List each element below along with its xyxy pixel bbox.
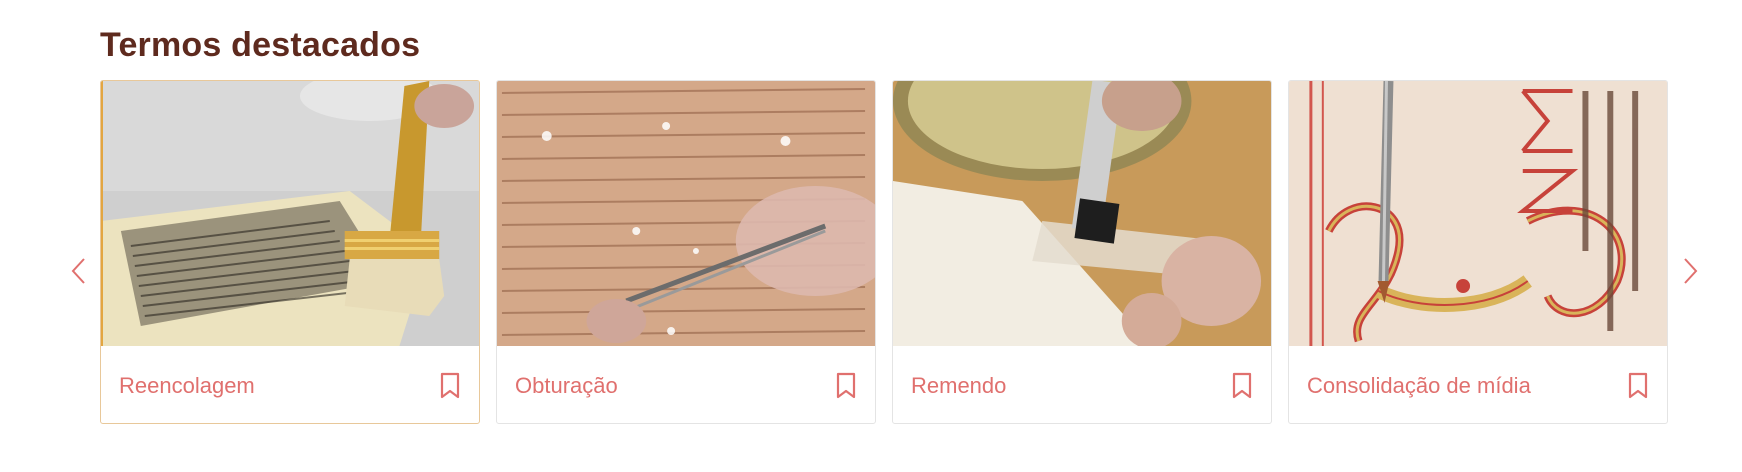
brush-on-patch-image — [893, 81, 1271, 346]
carousel-next-button[interactable] — [1675, 256, 1705, 286]
card-image — [497, 81, 875, 346]
brush-on-page-image — [101, 81, 479, 346]
featured-terms-section: Termos destacados Reencolagem Obturação … — [0, 0, 1742, 472]
bookmark-icon[interactable] — [439, 372, 461, 400]
chevron-left-icon — [71, 258, 85, 284]
card-image — [893, 81, 1271, 346]
card-image — [1289, 81, 1667, 346]
bookmark-icon[interactable] — [1231, 372, 1253, 400]
term-card[interactable]: Consolidação de mídia — [1288, 80, 1668, 424]
bookmark-icon[interactable] — [835, 372, 857, 400]
term-card[interactable]: Remendo — [892, 80, 1272, 424]
tweezers-on-manuscript-image — [497, 81, 875, 346]
card-footer: Reencolagem — [101, 346, 479, 423]
card-footer: Consolidação de mídia — [1289, 346, 1667, 423]
card-title[interactable]: Remendo — [911, 373, 1006, 399]
card-image — [101, 81, 479, 346]
bookmark-icon[interactable] — [1627, 372, 1649, 400]
card-footer: Remendo — [893, 346, 1271, 423]
card-title[interactable]: Consolidação de mídia — [1307, 373, 1531, 399]
brush-on-illuminated-letter-image — [1289, 81, 1667, 346]
card-title[interactable]: Obturação — [515, 373, 618, 399]
term-card[interactable]: Obturação — [496, 80, 876, 424]
section-title: Termos destacados — [100, 26, 421, 64]
chevron-right-icon — [1684, 258, 1698, 284]
carousel-prev-button[interactable] — [64, 256, 94, 286]
card-title[interactable]: Reencolagem — [119, 373, 255, 399]
term-card[interactable]: Reencolagem — [100, 80, 480, 424]
card-footer: Obturação — [497, 346, 875, 423]
